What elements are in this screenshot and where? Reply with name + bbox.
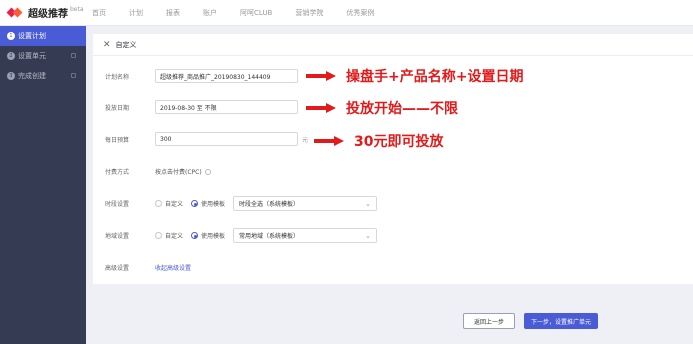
lock-icon xyxy=(71,53,76,58)
date-row: 投放日期 2019-08-30 至 不限 xyxy=(105,100,298,114)
logo-icon xyxy=(6,5,23,20)
nav-plan[interactable]: 计划 xyxy=(129,8,143,18)
sidebar-item-label: 完成创建 xyxy=(18,72,46,80)
panel-title: 自定义 xyxy=(115,40,137,49)
plan-name-label: 计划名称 xyxy=(105,73,130,81)
step-number: 3 xyxy=(7,72,15,80)
chevron-down-icon: ⌄ xyxy=(365,231,372,240)
radio-label: 自定义 xyxy=(165,201,184,208)
date-range-input[interactable]: 2019-08-30 至 不限 xyxy=(155,100,298,114)
nav-cases[interactable]: 优秀案例 xyxy=(346,8,374,18)
logo[interactable]: 超级推荐 beta xyxy=(0,5,92,20)
logo-text: 超级推荐 xyxy=(28,9,68,20)
budget-unit: 元 xyxy=(302,136,309,144)
back-button[interactable]: 返回上一步 xyxy=(463,313,515,329)
annotation-date: 投放开始——不限 xyxy=(306,98,458,118)
region-label: 地域设置 xyxy=(105,233,130,240)
pay-label: 付费方式 xyxy=(105,169,130,176)
budget-row: 每日预算 300 元 xyxy=(105,132,308,146)
nav-account[interactable]: 账户 xyxy=(203,8,217,18)
radio-off-icon xyxy=(155,232,162,239)
time-row: 时段设置 自定义 使用模板 时段全选（系统模板） ⌄ xyxy=(105,196,378,211)
time-radio-template[interactable]: 使用模板 xyxy=(191,199,225,208)
sidebar-item-unit[interactable]: 2 设置单元 xyxy=(0,46,86,66)
sidebar-item-label: 设置单元 xyxy=(18,52,46,60)
region-radio-custom[interactable]: 自定义 xyxy=(155,231,183,240)
advanced-row: 高级设置 收起高级设置 xyxy=(105,263,191,272)
custom-tool-icon: ✕ xyxy=(103,39,111,50)
top-bar: 超级推荐 beta 首页 计划 报表 账户 阿呵CLUB 营销学院 优秀案例 xyxy=(0,0,693,26)
beta-badge: beta xyxy=(70,6,84,13)
pay-row: 付费方式 按点击付费(CPC) xyxy=(105,167,211,176)
step-number: 1 xyxy=(7,32,15,40)
region-template-select[interactable]: 常用地域（系统模板） ⌄ xyxy=(233,228,378,243)
nav-report[interactable]: 报表 xyxy=(166,8,180,18)
nav-academy[interactable]: 营销学院 xyxy=(295,8,323,18)
info-icon[interactable] xyxy=(204,168,211,175)
budget-label: 每日预算 xyxy=(105,136,130,144)
arrow-right-icon xyxy=(306,103,336,113)
time-radio-custom[interactable]: 自定义 xyxy=(155,199,183,208)
region-row: 地域设置 自定义 使用模板 常用地域（系统模板） ⌄ xyxy=(105,228,378,243)
radio-on-icon xyxy=(191,232,199,239)
next-step-button[interactable]: 下一步，设置推广单元 xyxy=(524,313,598,329)
time-template-select[interactable]: 时段全选（系统模板） ⌄ xyxy=(233,196,378,211)
sidebar-item-plan[interactable]: 1 设置计划 xyxy=(0,26,86,46)
radio-on-icon xyxy=(191,200,199,207)
sidebar-item-finish[interactable]: 3 完成创建 xyxy=(0,66,86,86)
annotation-text: 投放开始——不限 xyxy=(346,101,458,117)
collapse-advanced-link[interactable]: 收起高级设置 xyxy=(155,263,191,272)
date-label: 投放日期 xyxy=(105,104,130,112)
chevron-down-icon: ⌄ xyxy=(365,199,372,208)
annotation-text: 操盘手+产品名称+设置日期 xyxy=(346,69,524,85)
annotation-budget: 30元即可投放 xyxy=(314,131,443,151)
budget-input[interactable]: 300 xyxy=(155,132,298,146)
radio-label: 使用模板 xyxy=(201,233,226,240)
panel-header: ✕ 自定义 xyxy=(93,34,693,56)
select-value: 常用地域（系统模板） xyxy=(239,233,300,240)
annotation-plan-name: 操盘手+产品名称+设置日期 xyxy=(306,66,523,86)
top-nav: 首页 计划 报表 账户 阿呵CLUB 营销学院 优秀案例 xyxy=(92,8,397,18)
sidebar: 1 设置计划 2 设置单元 3 完成创建 xyxy=(0,26,86,344)
lock-icon xyxy=(71,73,76,78)
region-radio-template[interactable]: 使用模板 xyxy=(191,231,225,240)
nav-home[interactable]: 首页 xyxy=(92,8,106,18)
sidebar-item-label: 设置计划 xyxy=(18,32,46,40)
time-label: 时段设置 xyxy=(105,201,130,208)
annotation-text: 30元即可投放 xyxy=(354,134,444,150)
advanced-label: 高级设置 xyxy=(105,265,130,272)
nav-club[interactable]: 阿呵CLUB xyxy=(240,8,272,18)
plan-name-input[interactable]: 超级推荐_商品推广_20190830_144409 xyxy=(155,69,298,83)
radio-off-icon xyxy=(155,200,162,207)
step-number: 2 xyxy=(7,52,15,60)
plan-name-row: 计划名称 超级推荐_商品推广_20190830_144409 xyxy=(105,69,298,83)
arrow-right-icon xyxy=(306,71,336,81)
radio-label: 使用模板 xyxy=(201,201,226,208)
arrow-right-icon xyxy=(314,136,344,146)
select-value: 时段全选（系统模板） xyxy=(239,201,300,208)
pay-value: 按点击付费(CPC) xyxy=(155,169,202,176)
radio-label: 自定义 xyxy=(165,233,184,240)
